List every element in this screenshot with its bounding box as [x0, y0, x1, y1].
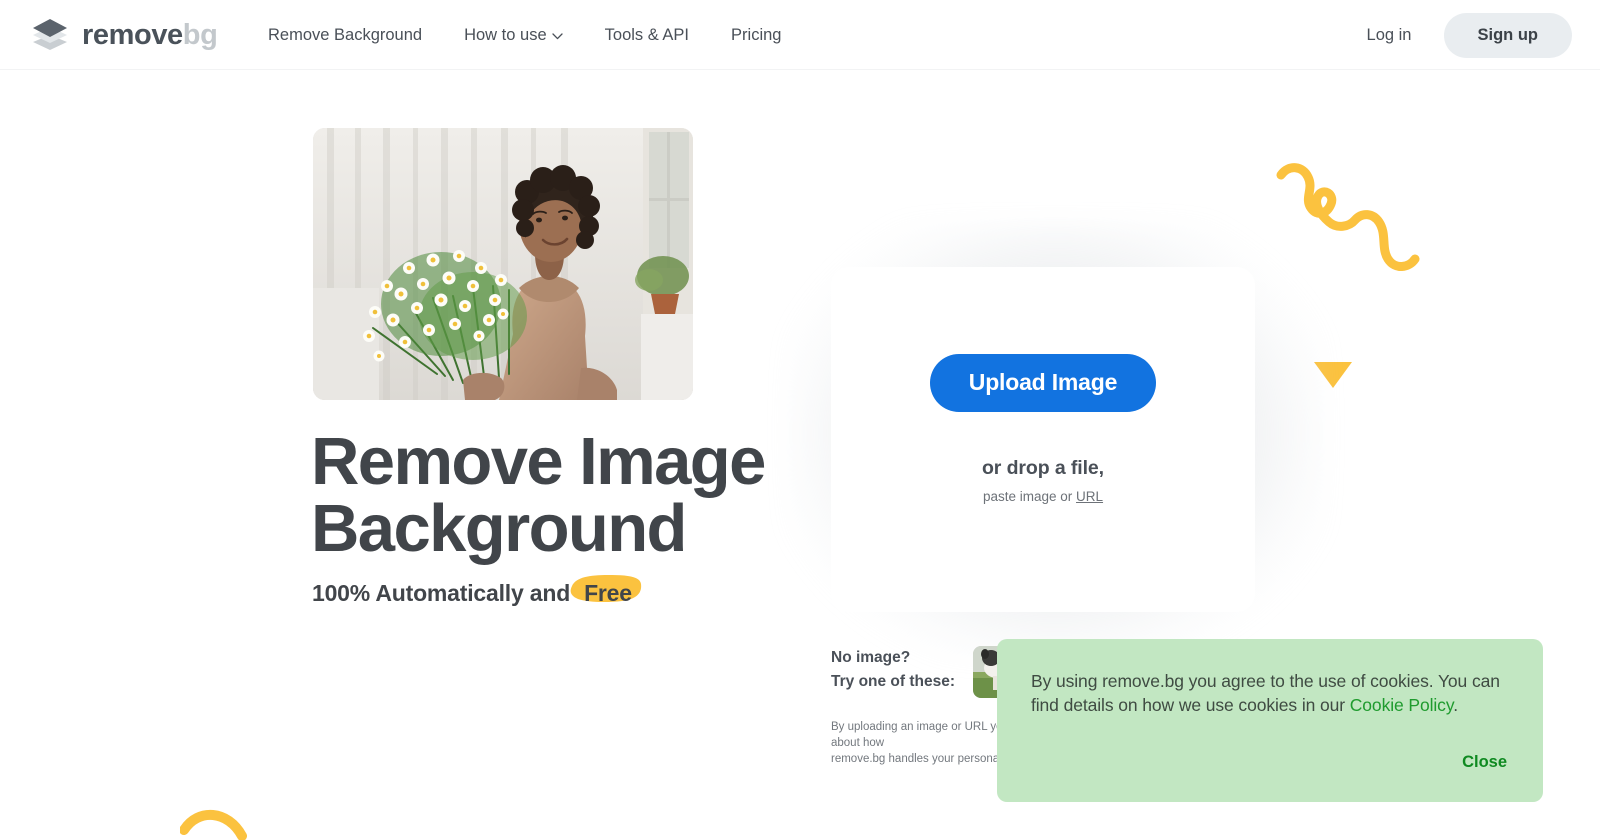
paste-url-prefix: paste image or: [982, 488, 1073, 504]
free-highlight: Free: [570, 575, 642, 607]
nav-account-actions: Log in Sign up: [1345, 0, 1572, 70]
page-subtitle-prefix: 100% Automatically and: [312, 580, 571, 606]
brand-logo[interactable]: removebg: [30, 16, 218, 54]
sample-images-label: No image? Try one of these:: [831, 646, 955, 694]
page-title-line1: Remove Image: [311, 424, 766, 499]
cookie-banner-text: By using remove.bg you agree to the use …: [1031, 669, 1509, 717]
nav-link-label: Remove Background: [268, 25, 423, 44]
sample-label-line1: No image?: [831, 649, 911, 666]
signup-button[interactable]: Sign up: [1443, 12, 1572, 58]
paste-url-link[interactable]: URL: [1076, 489, 1103, 504]
page-title: Remove Image Background: [311, 428, 851, 562]
paste-url-line: paste image or URL: [983, 489, 1103, 504]
hero-photo-illustration: [313, 128, 693, 400]
nav-link-label: Pricing: [731, 25, 782, 44]
drop-file-text: or drop a file,: [981, 456, 1104, 479]
chevron-down-icon: [551, 32, 563, 39]
nav-link-remove-background[interactable]: Remove Background: [268, 26, 422, 45]
cookie-text-after: .: [1453, 695, 1458, 715]
hero-example-photo: [313, 128, 693, 400]
page-root: removebg Remove Background How to use To…: [0, 0, 1600, 840]
stacked-diamond-logo-icon: [33, 19, 67, 50]
brand-word-primary: remove: [82, 18, 183, 51]
yellow-arc-decoration: [180, 810, 247, 840]
cookie-policy-link[interactable]: Cookie Policy: [1350, 695, 1454, 715]
upload-image-button[interactable]: Upload Image: [930, 353, 1156, 412]
top-navigation-bar: removebg Remove Background How to use To…: [0, 0, 1600, 70]
login-link[interactable]: Log in: [1345, 16, 1434, 55]
nav-link-pricing[interactable]: Pricing: [731, 26, 781, 45]
sample-label-line2: Try one of these:: [831, 673, 956, 690]
page-subtitle: 100% Automatically and Free: [312, 575, 642, 607]
cookie-close-button[interactable]: Close: [1460, 749, 1509, 776]
page-title-line2: Background: [311, 491, 687, 566]
primary-nav-links: Remove Background How to use Tools & API…: [268, 0, 781, 70]
cookie-consent-banner: By using remove.bg you agree to the use …: [997, 639, 1543, 802]
brand-word-secondary: bg: [182, 18, 218, 51]
nav-link-label: Tools & API: [604, 25, 690, 44]
brand-wordmark: removebg: [82, 18, 218, 51]
free-label: Free: [584, 580, 632, 606]
nav-link-label: How to use: [464, 25, 547, 44]
nav-link-how-to-use[interactable]: How to use: [464, 26, 563, 45]
sample-images-section: No image? Try one of these:: [831, 646, 1026, 698]
upload-dropzone-card[interactable]: Upload Image or drop a file, paste image…: [831, 267, 1255, 612]
nav-link-tools-and-api[interactable]: Tools & API: [605, 26, 689, 45]
